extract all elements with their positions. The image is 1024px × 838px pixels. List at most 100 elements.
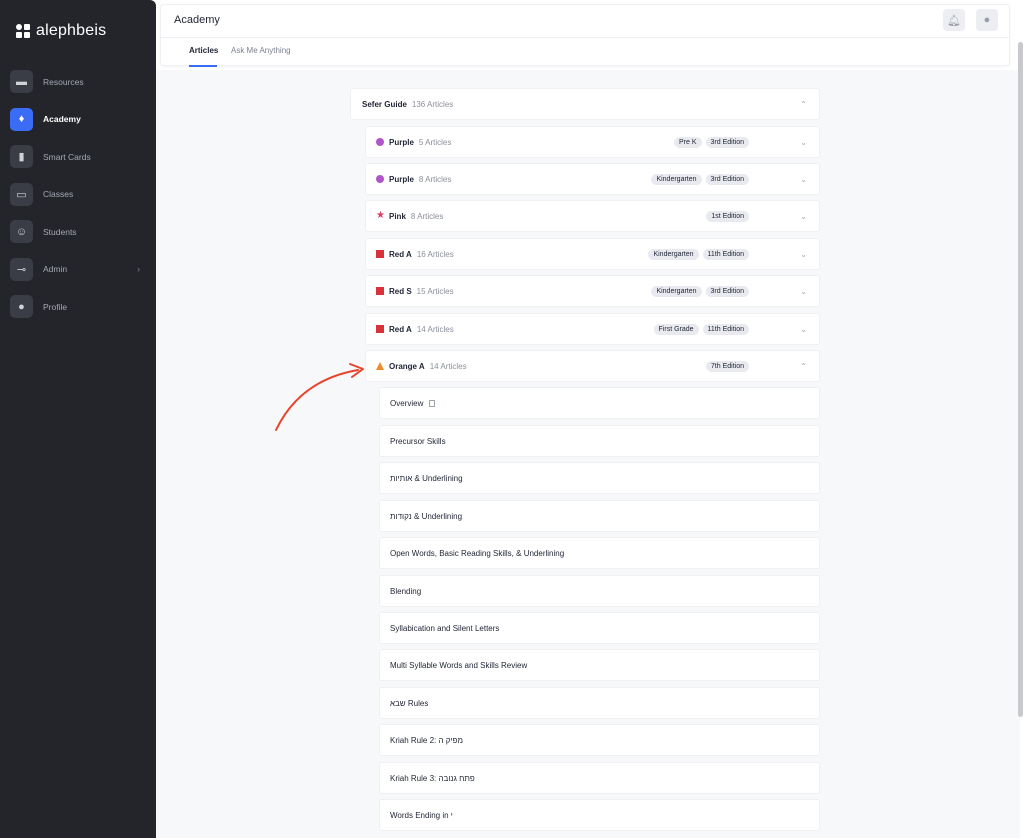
level-count: 14 Articles xyxy=(416,324,454,334)
level-row[interactable]: Red A 16 Articles Kindergarten 11th Edit… xyxy=(365,238,820,270)
cards-icon: ▮ xyxy=(10,145,33,169)
key-icon: ⊸ xyxy=(10,257,33,281)
keyboard-icon: ▭ xyxy=(10,182,33,206)
smiley-icon: ☺ xyxy=(10,220,33,244)
level-row[interactable]: Red A 14 Articles First Grade 11th Editi… xyxy=(365,313,820,345)
chevron-up-icon: ⌃ xyxy=(800,361,807,371)
edition-badge: 3rd Edition xyxy=(705,173,749,185)
level-row[interactable]: Purple 8 Articles Kindergarten 3rd Editi… xyxy=(365,163,820,195)
edition-badge: 3rd Edition xyxy=(705,136,749,148)
article-row[interactable]: Kriah Rule 3: פתח גנובה xyxy=(379,762,820,794)
grade-badge: First Grade xyxy=(653,323,699,335)
user-icon: ● xyxy=(983,14,991,26)
sidebar-item-academy[interactable]: ♦ Academy xyxy=(10,101,146,139)
level-title: Orange A xyxy=(389,361,425,371)
grade-badge: Kindergarten xyxy=(648,248,699,260)
level-title: Red S xyxy=(389,286,412,296)
chevron-down-icon: ⌄ xyxy=(800,211,807,221)
annotation-arrow xyxy=(275,363,364,431)
sidebar-item-students[interactable]: ☺ Students xyxy=(10,213,146,251)
edition-badge: 3rd Edition xyxy=(705,285,749,297)
article-row[interactable]: אותיות & Underlining xyxy=(379,462,820,494)
sidebar-item-label: Resources xyxy=(43,76,84,87)
grade-badge: Kindergarten xyxy=(651,173,702,185)
circle-icon xyxy=(376,175,384,183)
article-row[interactable]: Kriah Rule 2: מפיק ה xyxy=(379,724,820,756)
triangle-icon xyxy=(376,362,384,370)
sidebar-item-label: Smart Cards xyxy=(43,151,91,162)
chevron-down-icon: ⌄ xyxy=(800,249,807,259)
notifications-button[interactable]: 🔔︎ xyxy=(943,9,965,31)
article-row[interactable]: Words Ending in י xyxy=(379,799,820,831)
level-count: 8 Articles xyxy=(410,211,444,221)
scrollbar[interactable] xyxy=(1018,42,1023,717)
bell-icon: 🔔︎ xyxy=(947,14,961,27)
logo-text: alephbeis xyxy=(36,22,107,39)
article-title: Words Ending in י xyxy=(390,810,453,820)
circle-icon xyxy=(376,138,384,146)
active-tab-indicator xyxy=(189,65,217,67)
chevron-down-icon: ⌄ xyxy=(800,137,807,147)
lightbulb-icon: ♦ xyxy=(10,107,33,131)
chevron-down-icon: ⌄ xyxy=(800,324,807,334)
logo[interactable]: alephbeis xyxy=(16,22,106,40)
level-title: Red A xyxy=(389,324,412,334)
edition-badge: 7th Edition xyxy=(705,360,749,372)
sidebar-item-classes[interactable]: ▭ Classes xyxy=(10,176,146,214)
edition-badge: 11th Edition xyxy=(702,323,749,335)
guide-count: 136 Articles xyxy=(411,99,454,109)
level-count: 16 Articles xyxy=(416,249,454,259)
article-title-text: Overview xyxy=(390,398,424,408)
level-title: Purple xyxy=(389,174,414,184)
article-row[interactable]: Overview xyxy=(379,387,820,419)
sidebar: alephbeis ▬ Resources ♦ Academy ▮ Smart … xyxy=(0,0,156,838)
article-title: Multi Syllable Words and Skills Review xyxy=(390,660,528,670)
sidebar-nav: ▬ Resources ♦ Academy ▮ Smart Cards ▭ Cl… xyxy=(10,63,146,326)
level-row[interactable]: Red S 15 Articles Kindergarten 3rd Editi… xyxy=(365,275,820,307)
level-count: 14 Articles xyxy=(429,361,467,371)
square-icon xyxy=(376,250,384,258)
edition-badge: 11th Edition xyxy=(702,248,749,260)
chevron-down-icon: ⌄ xyxy=(800,174,807,184)
article-title: אותיות & Underlining xyxy=(390,473,463,483)
article-row[interactable]: Blending xyxy=(379,575,820,607)
level-title: Red A xyxy=(389,249,412,259)
tab-ask-me-anything[interactable]: Ask Me Anything xyxy=(231,46,291,55)
article-row[interactable]: Multi Syllable Words and Skills Review xyxy=(379,649,820,681)
level-row[interactable]: ★ Pink 8 Articles 1st Edition ⌄ xyxy=(365,200,820,232)
article-row[interactable]: נקודות & Underlining xyxy=(379,500,820,532)
folder-icon: ▬ xyxy=(10,70,33,94)
level-count: 8 Articles xyxy=(418,174,452,184)
sidebar-item-label: Classes xyxy=(43,189,74,200)
document-icon xyxy=(429,399,436,407)
article-title: Overview xyxy=(390,398,436,408)
tab-articles[interactable]: Articles xyxy=(189,46,218,55)
level-title: Purple xyxy=(389,137,414,147)
article-title: Precursor Skills xyxy=(390,436,446,446)
user-icon: ● xyxy=(10,295,33,319)
chevron-up-icon: ⌃ xyxy=(800,99,807,109)
page-title: Academy xyxy=(174,14,220,26)
level-row-expanded[interactable]: Orange A 14 Articles 7th Edition ⌃ xyxy=(365,350,820,382)
article-title: Syllabication and Silent Letters xyxy=(390,623,500,633)
grade-badge: Kindergarten xyxy=(651,285,702,297)
level-count: 5 Articles xyxy=(418,137,452,147)
article-title: Kriah Rule 3: פתח גנובה xyxy=(390,773,475,783)
chevron-down-icon: ⌄ xyxy=(800,286,807,296)
sidebar-item-label: Students xyxy=(43,226,77,237)
sidebar-item-admin[interactable]: ⊸ Admin › xyxy=(10,251,146,289)
article-row[interactable]: Syllabication and Silent Letters xyxy=(379,612,820,644)
article-row[interactable]: Open Words, Basic Reading Skills, & Unde… xyxy=(379,537,820,569)
chevron-right-icon: › xyxy=(137,264,140,275)
square-icon xyxy=(376,287,384,295)
sidebar-item-resources[interactable]: ▬ Resources xyxy=(10,63,146,101)
sidebar-item-profile[interactable]: ● Profile xyxy=(10,288,146,326)
sefer-guide-row[interactable]: Sefer Guide 136 Articles ⌃ xyxy=(350,88,820,120)
article-row[interactable]: שבא Rules xyxy=(379,687,820,719)
level-row[interactable]: Purple 5 Articles Pre K 3rd Edition ⌄ xyxy=(365,126,820,158)
article-row[interactable]: Precursor Skills xyxy=(379,425,820,457)
sidebar-item-smart-cards[interactable]: ▮ Smart Cards xyxy=(10,138,146,176)
avatar[interactable]: ● xyxy=(976,9,998,31)
sidebar-item-label: Academy xyxy=(43,114,81,125)
page-header: Academy 🔔︎ ● Articles Ask Me Anything xyxy=(160,4,1010,67)
